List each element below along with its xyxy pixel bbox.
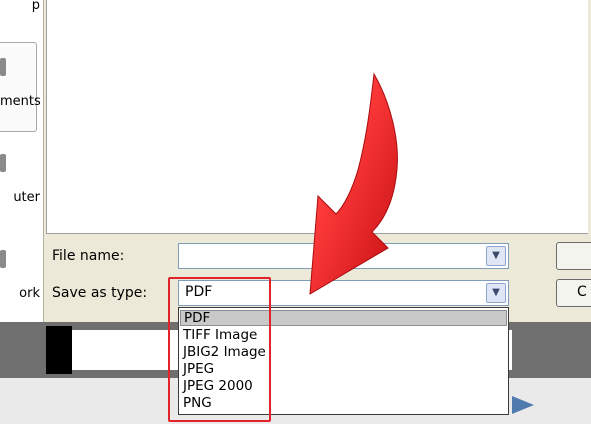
chevron-down-icon: ▼ xyxy=(492,250,500,261)
cancel-button-label: C xyxy=(577,284,587,300)
place-item-documents[interactable]: ments xyxy=(0,94,41,109)
place-item-label: ork xyxy=(19,286,40,301)
save-button[interactable] xyxy=(556,242,591,270)
computer-icon xyxy=(0,154,6,172)
play-icon[interactable] xyxy=(506,393,538,417)
place-item-network[interactable]: ork xyxy=(0,286,40,301)
place-item-computer[interactable]: uter xyxy=(0,190,40,205)
file-list[interactable] xyxy=(46,0,588,234)
save-as-type-label: Save as type: xyxy=(52,285,148,301)
file-name-label: File name: xyxy=(52,248,125,264)
place-item-label: uter xyxy=(13,190,40,205)
place-item-label: p xyxy=(31,0,40,13)
highlight-box xyxy=(168,277,271,422)
place-item-desktop[interactable]: p xyxy=(0,0,40,13)
place-selected-highlight xyxy=(0,42,37,132)
network-icon xyxy=(0,250,6,268)
cancel-button[interactable]: C xyxy=(556,279,591,307)
file-name-dropdown-button[interactable]: ▼ xyxy=(486,246,506,266)
save-as-type-dropdown-button[interactable]: ▼ xyxy=(486,283,506,303)
preview-block xyxy=(46,326,72,374)
chevron-down-icon: ▼ xyxy=(492,287,500,298)
documents-icon xyxy=(0,58,6,76)
place-item-label: ments xyxy=(0,94,41,109)
file-name-field[interactable]: ▼ xyxy=(178,243,509,269)
